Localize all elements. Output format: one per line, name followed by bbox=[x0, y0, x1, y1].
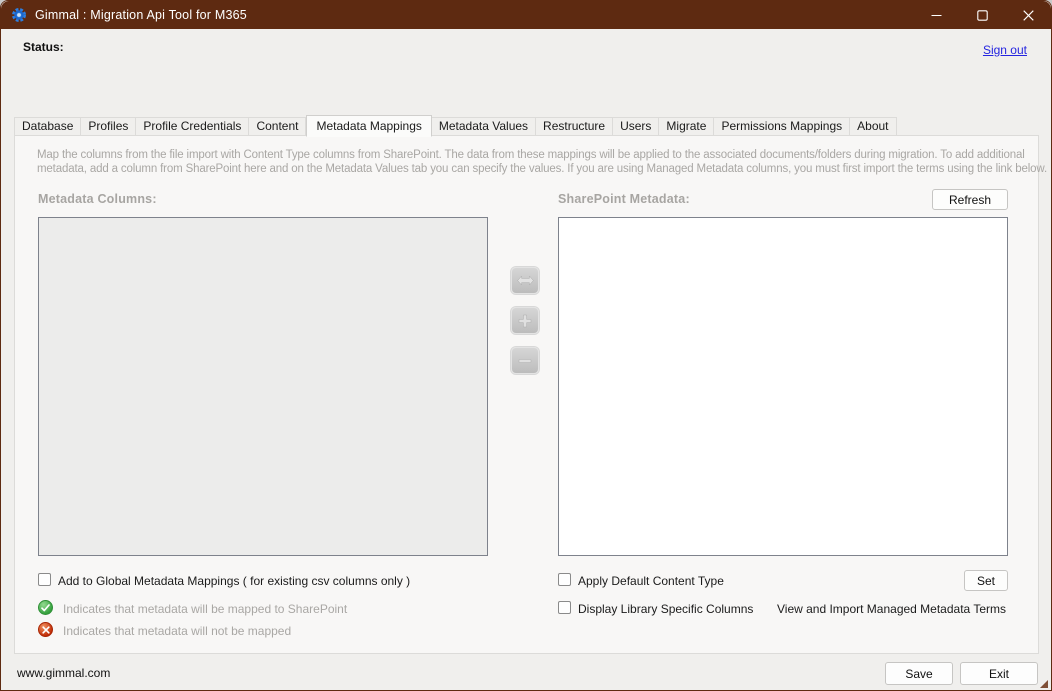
close-button[interactable] bbox=[1005, 1, 1051, 29]
tab-profiles[interactable]: Profiles bbox=[81, 117, 136, 136]
tab-content[interactable]: Content bbox=[249, 117, 306, 136]
tab-about[interactable]: About bbox=[850, 117, 896, 136]
instruction-text-line2: metadata, add a column from SharePoint h… bbox=[37, 163, 1047, 175]
display-library-columns-checkbox[interactable] bbox=[558, 601, 571, 614]
refresh-button[interactable]: Refresh bbox=[932, 189, 1008, 210]
red-x-icon bbox=[38, 622, 53, 637]
tab-migrate[interactable]: Migrate bbox=[659, 117, 714, 136]
tab-profile-credentials[interactable]: Profile Credentials bbox=[136, 117, 249, 136]
metadata-columns-listbox[interactable] bbox=[38, 217, 488, 556]
app-gear-icon bbox=[11, 7, 27, 23]
metadata-columns-label: Metadata Columns: bbox=[38, 192, 157, 206]
tab-restructure[interactable]: Restructure bbox=[536, 117, 613, 136]
global-metadata-mappings-label: Add to Global Metadata Mappings ( for ex… bbox=[58, 574, 410, 588]
sharepoint-metadata-label: SharePoint Metadata: bbox=[558, 192, 690, 206]
window-title: Gimmal : Migration Api Tool for M365 bbox=[35, 8, 247, 22]
save-button[interactable]: Save bbox=[885, 662, 953, 685]
add-column-button[interactable] bbox=[511, 307, 539, 334]
sign-out-link[interactable]: Sign out bbox=[983, 43, 1027, 57]
left-right-arrow-icon bbox=[517, 274, 534, 287]
close-icon bbox=[1023, 10, 1034, 21]
maximize-icon bbox=[977, 10, 988, 21]
display-library-columns-label: Display Library Specific Columns bbox=[578, 602, 753, 616]
tabstrip: Database Profiles Profile Credentials Co… bbox=[14, 114, 897, 136]
titlebar: Gimmal : Migration Api Tool for M365 bbox=[1, 1, 1051, 29]
apply-default-content-type-checkbox[interactable] bbox=[558, 573, 571, 586]
managed-metadata-terms-link[interactable]: View and Import Managed Metadata Terms bbox=[777, 602, 1006, 616]
tab-metadata-values[interactable]: Metadata Values bbox=[432, 117, 536, 136]
window-controls bbox=[913, 1, 1051, 29]
tab-permissions-mappings[interactable]: Permissions Mappings bbox=[714, 117, 850, 136]
legend-not-mapped-text: Indicates that metadata will not be mapp… bbox=[63, 624, 291, 638]
exit-button[interactable]: Exit bbox=[960, 662, 1038, 685]
map-columns-button[interactable] bbox=[511, 267, 539, 294]
tab-database[interactable]: Database bbox=[14, 117, 81, 136]
minimize-icon bbox=[931, 10, 942, 21]
sharepoint-metadata-listbox[interactable] bbox=[558, 217, 1008, 556]
legend-mapped-text: Indicates that metadata will be mapped t… bbox=[63, 602, 347, 616]
instruction-text-line1: Map the columns from the file import wit… bbox=[37, 149, 1025, 161]
tab-metadata-mappings[interactable]: Metadata Mappings bbox=[306, 115, 431, 137]
resize-grip[interactable] bbox=[1039, 679, 1049, 689]
maximize-button[interactable] bbox=[959, 1, 1005, 29]
tab-users[interactable]: Users bbox=[613, 117, 659, 136]
app-window: Gimmal : Migration Api Tool for M365 Sta… bbox=[0, 0, 1052, 691]
green-check-icon bbox=[38, 600, 53, 615]
remove-column-button[interactable] bbox=[511, 347, 539, 374]
minimize-button[interactable] bbox=[913, 1, 959, 29]
set-button[interactable]: Set bbox=[964, 570, 1008, 591]
plus-icon bbox=[518, 314, 532, 328]
website-link[interactable]: www.gimmal.com bbox=[17, 666, 110, 680]
apply-default-content-type-label: Apply Default Content Type bbox=[578, 574, 724, 588]
global-metadata-mappings-checkbox[interactable] bbox=[38, 573, 51, 586]
status-label: Status: bbox=[23, 40, 64, 54]
minus-icon bbox=[518, 354, 532, 368]
